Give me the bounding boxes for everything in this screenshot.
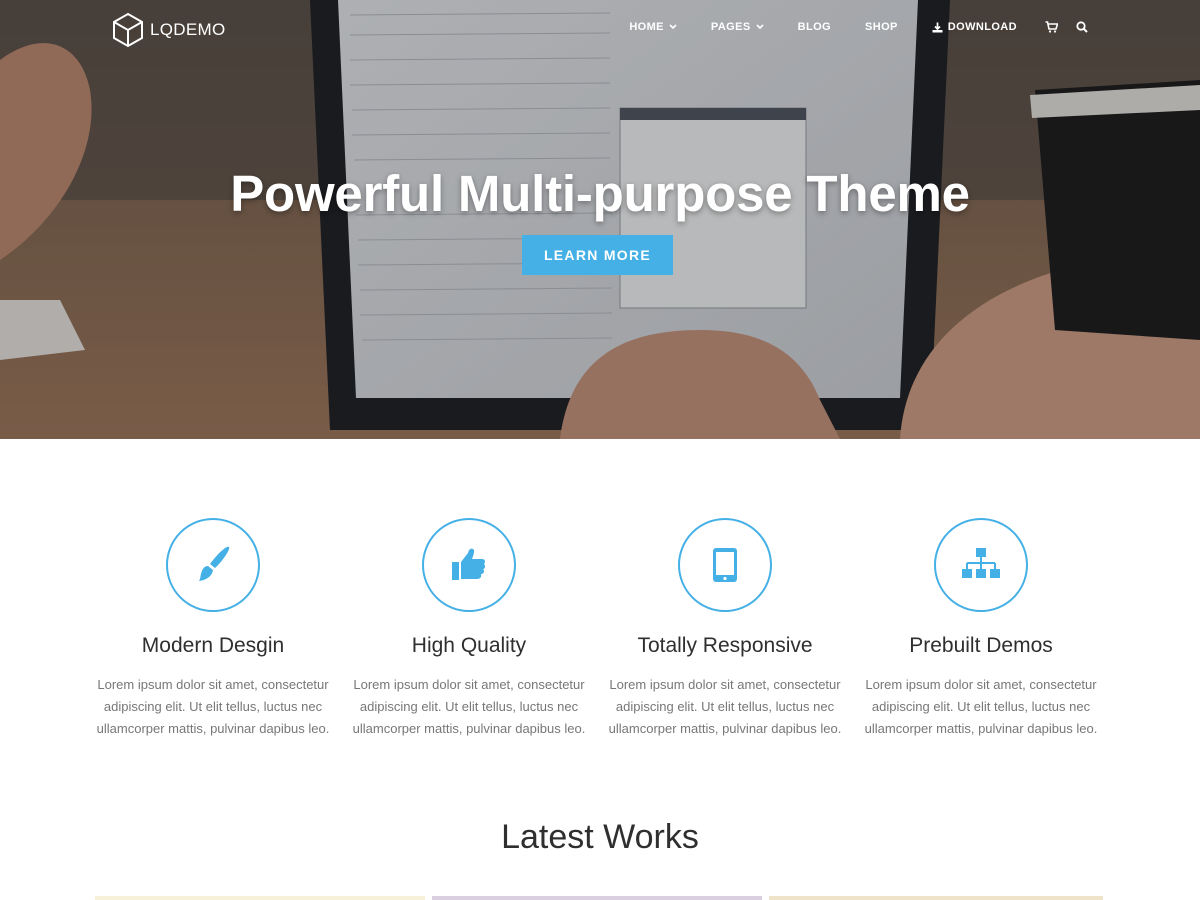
sitemap-icon — [962, 548, 1000, 578]
latest-works-title: Latest Works — [501, 818, 699, 856]
main-menu: HOME PAGES BLOG SHOP DOWNLOAD — [629, 21, 1088, 33]
feature-description: Lorem ipsum dolor sit amet, consectetur … — [608, 677, 842, 736]
cube-logo-icon — [113, 12, 143, 48]
download-icon — [932, 22, 943, 32]
chevron-down-icon — [756, 24, 764, 30]
brand-name: LQDEMO — [150, 20, 226, 39]
feature-description: Lorem ipsum dolor sit amet, consectetur … — [352, 677, 586, 736]
feature-title: Prebuilt Demos — [909, 634, 1053, 657]
search-button[interactable] — [1076, 21, 1088, 33]
nav-item-blog-label: BLOG — [797, 21, 832, 33]
cart-icon — [1045, 21, 1058, 33]
thumbs-up-icon — [452, 548, 486, 580]
feature-icon-circle — [934, 518, 1028, 612]
chevron-down-icon — [669, 24, 677, 30]
nav-item-pages[interactable]: PAGES — [711, 21, 764, 33]
hero-title: Powerful Multi-purpose Theme — [230, 165, 970, 222]
feature-title: Modern Desgin — [141, 634, 285, 657]
nav-item-download-label: DOWNLOAD — [947, 21, 1017, 33]
nav-item-shop-label: SHOP — [865, 21, 898, 33]
feature-card-quality: High Quality Lorem ipsum dolor sit amet,… — [341, 518, 597, 740]
paintbrush-icon — [199, 546, 230, 581]
tablet-icon — [713, 548, 737, 582]
work-thumbnail[interactable] — [95, 896, 425, 900]
cart-button[interactable] — [1045, 21, 1058, 33]
feature-title: Totally Responsive — [637, 634, 813, 657]
nav-item-home[interactable]: HOME — [629, 21, 677, 33]
feature-description: Lorem ipsum dolor sit amet, consectetur … — [96, 677, 330, 736]
work-thumbnail[interactable] — [432, 896, 762, 900]
nav-item-shop[interactable]: SHOP — [865, 21, 898, 33]
features-section: Modern Desgin Lorem ipsum dolor sit amet… — [0, 439, 1200, 779]
nav-item-pages-label: PAGES — [710, 21, 751, 33]
nav-item-blog[interactable]: BLOG — [798, 21, 831, 33]
nav-item-home-label: HOME — [629, 21, 664, 33]
feature-title: High Quality — [411, 634, 527, 657]
feature-card-design: Modern Desgin Lorem ipsum dolor sit amet… — [85, 518, 341, 740]
feature-icon-circle — [422, 518, 516, 612]
feature-card-responsive: Totally Responsive Lorem ipsum dolor sit… — [597, 518, 853, 740]
nav-item-download[interactable]: DOWNLOAD — [932, 21, 1017, 33]
search-icon — [1076, 21, 1088, 33]
top-navigation: LQDEMO HOME PAGES BLOG SHOP DOWNLOAD — [0, 0, 1200, 60]
logo[interactable]: LQDEMO — [112, 12, 225, 48]
hero-section: LQDEMO HOME PAGES BLOG SHOP DOWNLOAD Pow… — [0, 0, 1200, 439]
feature-icon-circle — [678, 518, 772, 612]
learn-more-button[interactable]: LEARN MORE — [522, 235, 673, 275]
feature-description: Lorem ipsum dolor sit amet, consectetur … — [864, 677, 1098, 736]
work-thumbnail[interactable] — [769, 896, 1103, 900]
feature-card-demos: Prebuilt Demos Lorem ipsum dolor sit ame… — [853, 518, 1109, 740]
feature-icon-circle — [166, 518, 260, 612]
